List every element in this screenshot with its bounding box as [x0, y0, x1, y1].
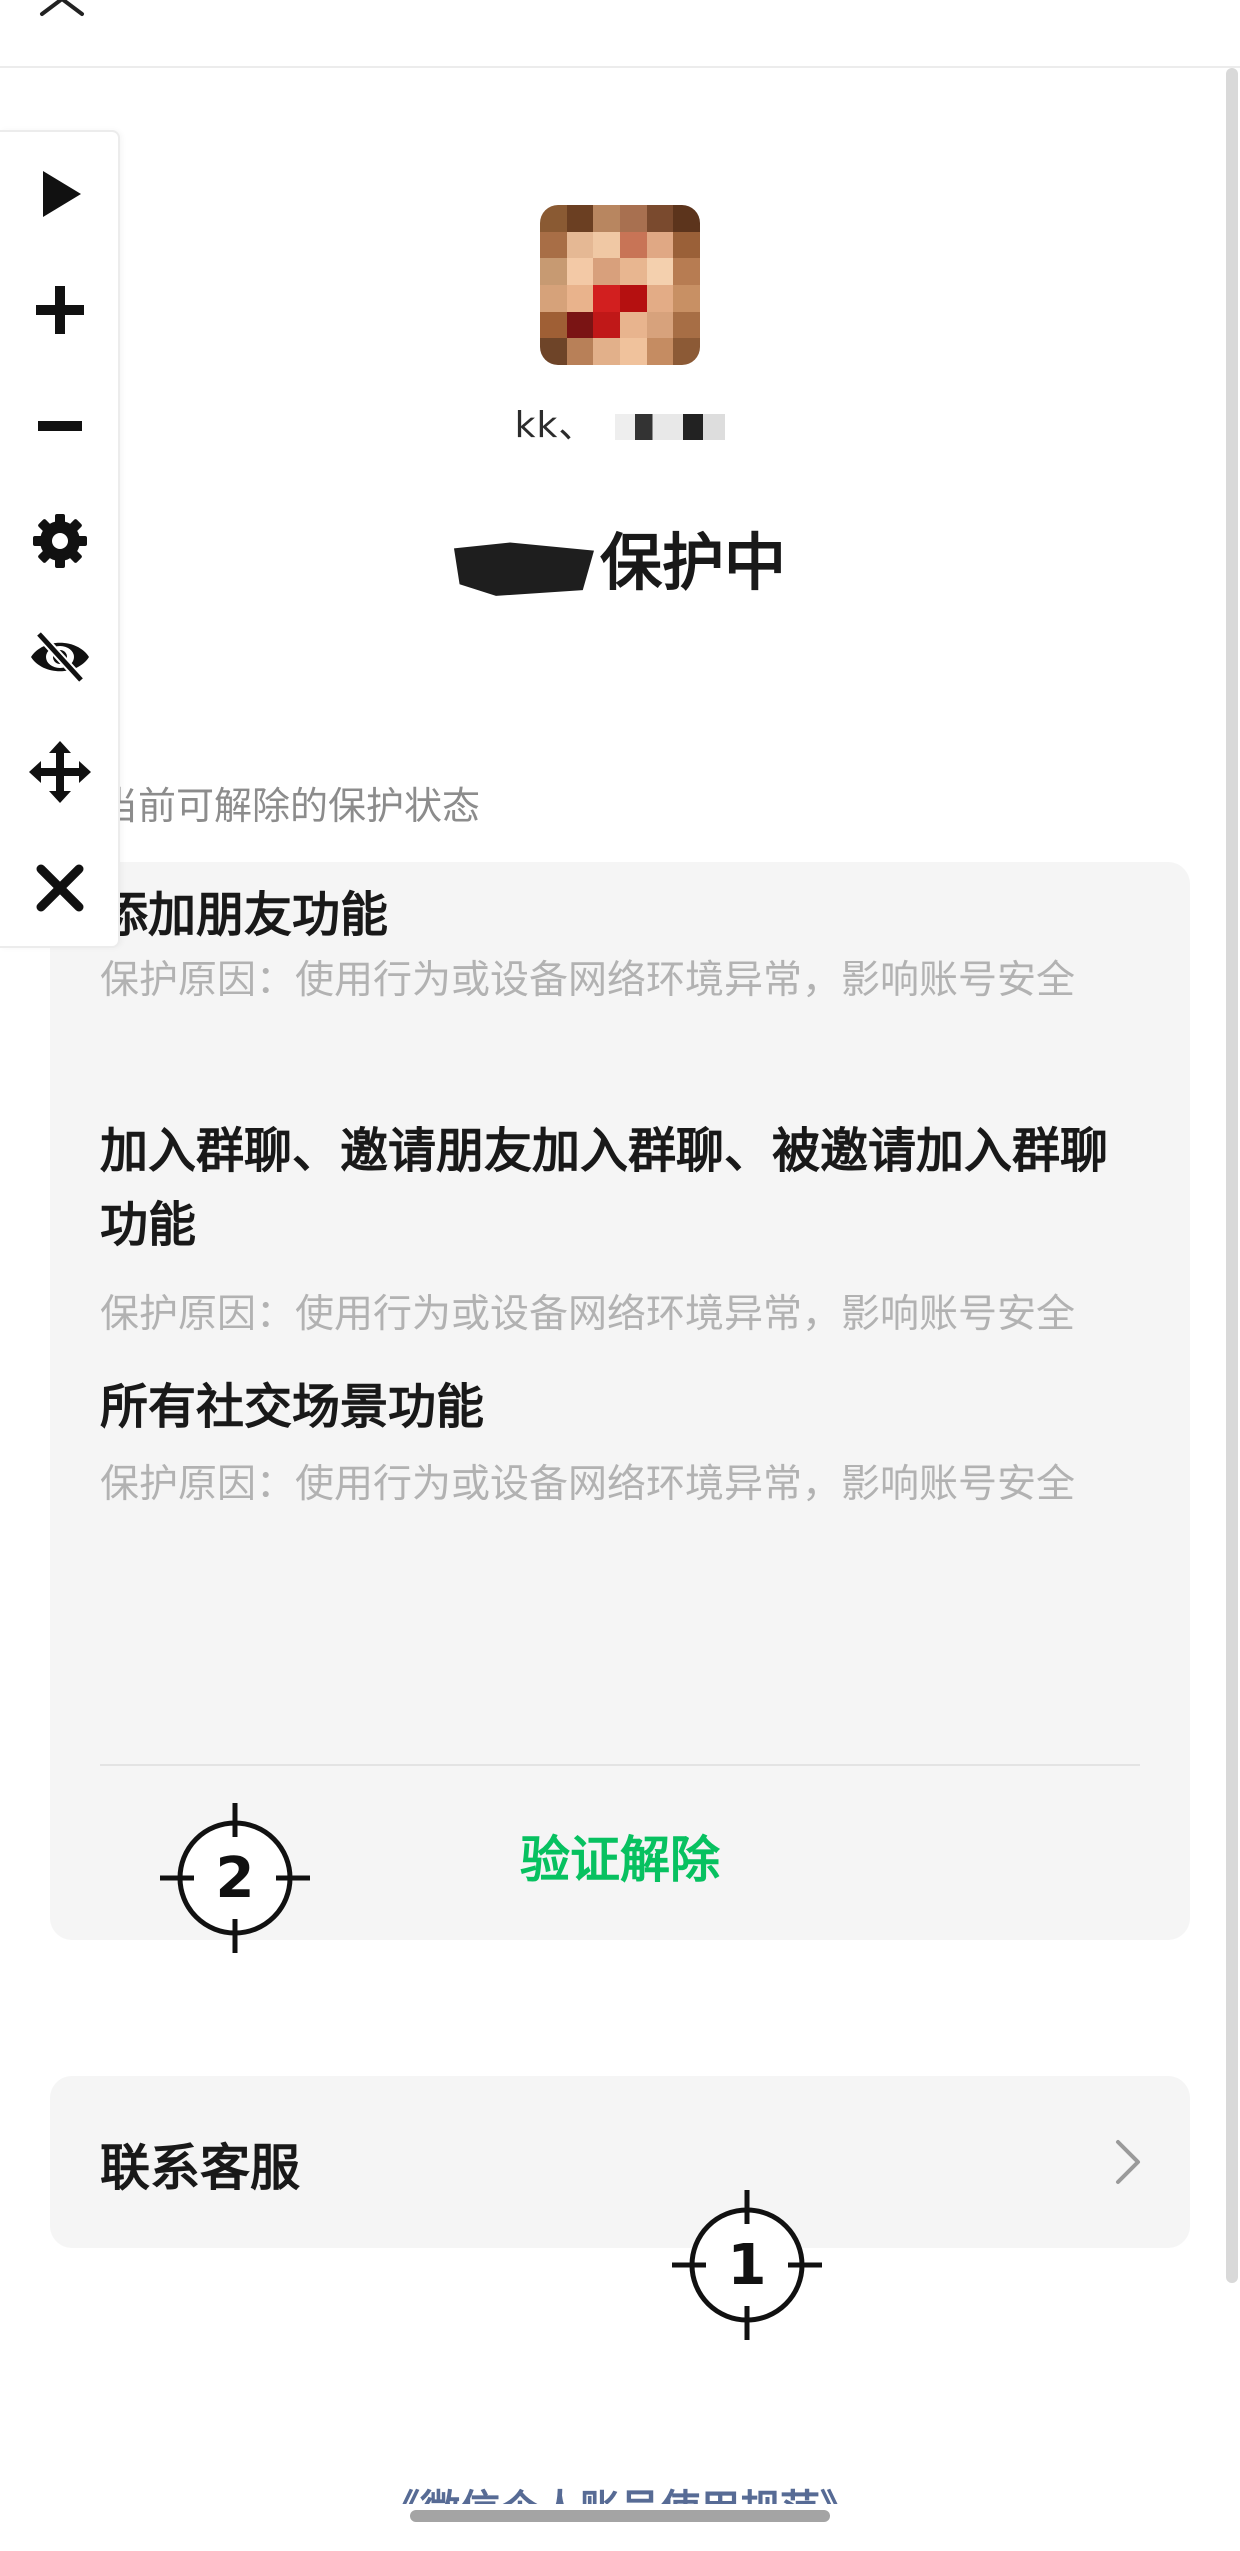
item-reason: 保护原因：使用行为或设备网络环境异常，影响账号安全 [100, 1462, 1076, 1507]
avatar-pixel [540, 205, 567, 232]
avatar-pixel [673, 284, 700, 312]
avatar-pixel [593, 338, 620, 365]
avatar-pixel [566, 258, 594, 285]
username-text: kk、 [514, 405, 596, 446]
plus-icon [36, 286, 84, 334]
settings-button[interactable] [0, 501, 120, 581]
avatar-pixel [673, 258, 700, 285]
avatar-pixel [540, 231, 567, 259]
avatar-pixel [566, 311, 594, 339]
target-marker-2: 2 [160, 1803, 310, 1953]
avatar-pixel [566, 231, 594, 259]
play-icon [43, 171, 81, 217]
home-indicator [410, 2510, 830, 2522]
avatar-pixel [673, 205, 700, 232]
page-title-text: 保护中 [599, 526, 786, 599]
page-title: 保护中 [0, 512, 1240, 602]
usage-policy-link[interactable]: 《微信个人账号使用规范》 [0, 2470, 1240, 2504]
avatar-pixel [540, 284, 567, 312]
title-redaction [453, 542, 594, 596]
avatar-pixel [619, 205, 647, 232]
target-marker-1: 1 [672, 2190, 822, 2340]
marker-label: 1 [728, 2233, 767, 2298]
avatar-pixel [646, 231, 674, 259]
username-redaction [615, 414, 726, 440]
avatar-pixel [593, 205, 620, 232]
hide-button[interactable] [0, 617, 120, 697]
avatar-pixel [646, 205, 674, 232]
contact-support-row[interactable]: 联系客服 [50, 2076, 1190, 2248]
item-title: 添加朋友功能 [100, 887, 389, 943]
avatar-pixel [673, 338, 700, 365]
move-button[interactable] [0, 732, 120, 812]
gear-icon [33, 514, 87, 568]
avatar-pixel [646, 338, 674, 365]
avatar-pixel [593, 311, 620, 339]
contact-support-label: 联系客服 [100, 2139, 300, 2197]
minus-icon [38, 421, 82, 431]
avatar-pixel [646, 311, 674, 339]
item-title: 所有社交场景功能 [100, 1379, 485, 1435]
item-reason: 保护原因：使用行为或设备网络环境异常，影响账号安全 [100, 1292, 1076, 1337]
avatar-pixel [673, 311, 700, 339]
avatar-pixel [540, 258, 567, 285]
avatar-pixel [566, 338, 594, 365]
avatar-pixel [619, 258, 647, 285]
avatar-pixel [619, 284, 647, 312]
avatar-pixel [619, 311, 647, 339]
marker-label: 2 [216, 1846, 255, 1911]
avatar-pixel [593, 284, 620, 312]
close-icon[interactable] [36, 0, 88, 20]
avatar-pixel [673, 231, 700, 259]
protection-card: 添加朋友功能 保护原因：使用行为或设备网络环境异常，影响账号安全 加入群聊、邀请… [50, 862, 1190, 1940]
close-tool-button[interactable] [0, 848, 120, 928]
play-button[interactable] [0, 154, 120, 234]
avatar-pixel [566, 205, 594, 232]
zoom-in-button[interactable] [0, 270, 120, 350]
avatar-pixel [540, 338, 567, 365]
avatar-pixel [646, 284, 674, 312]
avatar-pixel [540, 311, 567, 339]
username: kk、 [0, 396, 1240, 448]
eye-off-icon [31, 630, 89, 684]
avatar-pixel [619, 231, 647, 259]
avatar-pixel [566, 284, 594, 312]
zoom-out-button[interactable] [0, 386, 120, 466]
section-label: 当前可解除的保护状态 [100, 784, 481, 828]
avatar-pixel [593, 231, 620, 259]
move-icon [29, 741, 91, 803]
avatar [540, 205, 700, 365]
floating-toolbar [0, 130, 120, 948]
divider [100, 1764, 1140, 1766]
top-bar [0, 0, 1240, 68]
chevron-right-icon [1116, 2140, 1140, 2184]
item-title: 加入群聊、邀请朋友加入群聊、被邀请加入群聊功能 [100, 1123, 1109, 1253]
avatar-pixel [593, 258, 620, 285]
close-icon [36, 864, 84, 912]
item-reason: 保护原因：使用行为或设备网络环境异常，影响账号安全 [100, 958, 1076, 1003]
avatar-pixel [646, 258, 674, 285]
avatar-pixel [619, 338, 647, 365]
